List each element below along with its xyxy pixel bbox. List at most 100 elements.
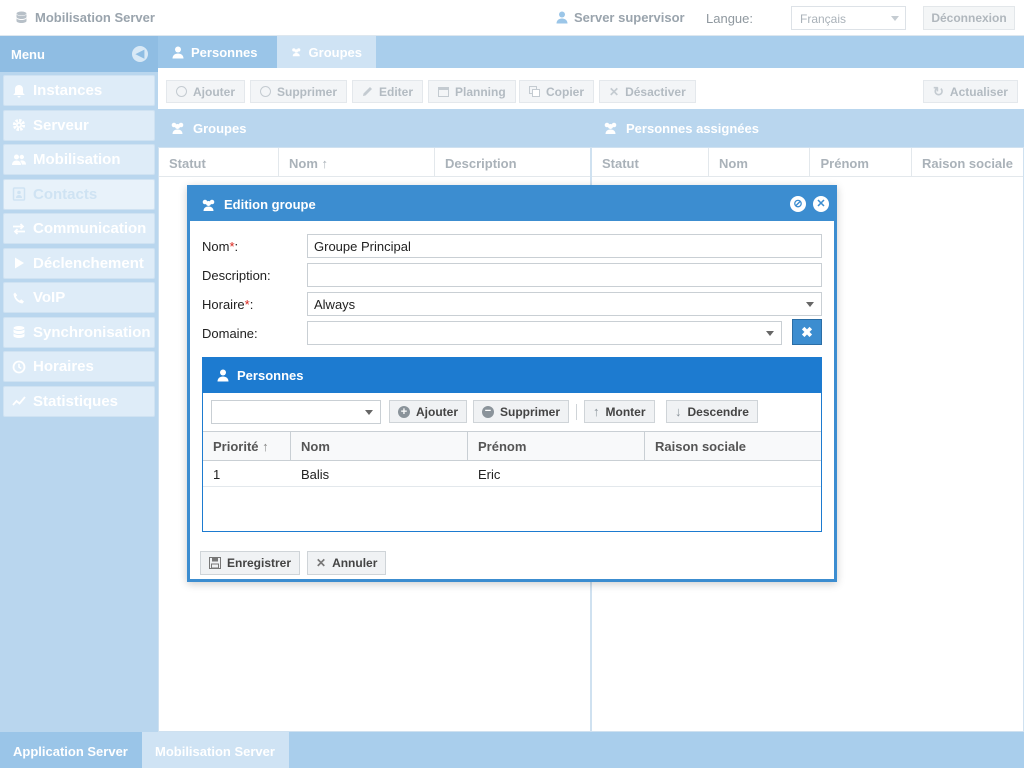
language-select[interactable]: Français <box>791 6 906 30</box>
sidebar-item-statistiques[interactable]: Statistiques <box>3 385 155 417</box>
sidebar-item-label: Horaires <box>33 358 94 375</box>
sidebar-item-label: VoIP <box>33 289 66 306</box>
column-header-raison-sociale[interactable]: Raison sociale <box>645 432 821 461</box>
current-user-label: Server supervisor <box>574 10 685 25</box>
copy-button[interactable]: Copier <box>519 80 595 103</box>
persons-subpanel-title: Personnes <box>237 368 304 383</box>
delete-person-label: Supprimer <box>500 404 561 419</box>
delete-button[interactable]: Supprimer <box>250 80 348 103</box>
move-down-button[interactable]: ↓ Descendre <box>666 400 758 423</box>
schedule-label: Horaire*: <box>202 297 254 312</box>
copy-icon <box>529 86 540 97</box>
sidebar-item-label: Communication <box>33 220 147 237</box>
column-header-prenom[interactable]: Prénom <box>810 148 912 177</box>
schedule-select[interactable]: Always <box>307 292 822 316</box>
cell-firstname: Eric <box>478 467 501 482</box>
description-label: Description: <box>202 268 271 283</box>
toolbar: Ajouter Supprimer Editer Planning Copier… <box>158 68 1024 109</box>
sidebar-item-synchronisation[interactable]: Synchronisation <box>3 316 155 348</box>
refresh-label: Actualiser <box>949 84 1008 99</box>
domain-select[interactable] <box>307 321 782 345</box>
collapse-left-icon[interactable]: ◀ <box>132 46 148 62</box>
column-header-nom[interactable]: Nom <box>709 148 811 177</box>
column-header-description[interactable]: Description <box>435 148 590 177</box>
dialog-header: Edition groupe ⊘ ✕ <box>190 188 834 221</box>
column-header-prenom[interactable]: Prénom <box>468 432 645 461</box>
sidebar-item-serveur[interactable]: Serveur <box>3 109 155 141</box>
groups-grid-header: Statut Nom ↑ Description <box>159 148 590 177</box>
toolbar-separator <box>576 404 577 420</box>
tab-application-server[interactable]: Application Server <box>0 732 142 768</box>
sidebar-item-declenchement[interactable]: Déclenchement <box>3 247 155 279</box>
add-person-label: Ajouter <box>416 404 458 419</box>
column-header-statut[interactable]: Statut <box>159 148 279 177</box>
sidebar-item-label: Mobilisation <box>33 151 121 168</box>
name-field[interactable]: Groupe Principal <box>307 234 822 258</box>
chart-line-icon <box>12 396 26 406</box>
database-icon <box>16 11 27 23</box>
cancel-label: Annuler <box>332 556 378 570</box>
description-field[interactable] <box>307 263 822 287</box>
sidebar-item-label: Serveur <box>33 116 89 134</box>
sidebar-item-mobilisation[interactable]: Mobilisation <box>3 144 155 175</box>
database-icon <box>13 326 25 338</box>
domain-row: Domaine: ✖ <box>202 319 824 345</box>
clear-domain-button[interactable]: ✖ <box>792 319 822 345</box>
move-up-button[interactable]: ↑ Monter <box>584 400 655 423</box>
add-button[interactable]: Ajouter <box>166 80 245 103</box>
column-header-priorite[interactable]: Priorité ↑ <box>203 432 291 461</box>
column-header-nom[interactable]: Nom <box>291 432 468 461</box>
tab-bar: Personnes Groupes <box>158 36 1024 68</box>
restore-icon[interactable]: ⊘ <box>790 196 806 212</box>
x-icon: ✕ <box>316 556 327 570</box>
sidebar-item-horaires[interactable]: Horaires <box>3 351 155 382</box>
domain-label: Domaine: <box>202 326 258 341</box>
persons-subpanel: Personnes + Ajouter − Supprimer ↑ Monter… <box>202 357 822 532</box>
copy-label: Copier <box>546 84 585 99</box>
cell-company <box>645 461 821 486</box>
planning-button[interactable]: Planning <box>428 80 516 103</box>
move-up-label: Monter <box>605 404 646 419</box>
chevron-down-icon <box>806 302 814 307</box>
close-icon[interactable]: ✕ <box>813 196 829 212</box>
person-select[interactable] <box>211 400 381 424</box>
planning-label: Planning <box>455 84 506 99</box>
sidebar-item-contacts[interactable]: Contacts <box>3 178 155 210</box>
required-asterisk: * <box>244 297 250 312</box>
save-icon <box>209 557 221 569</box>
save-button[interactable]: Enregistrer <box>200 551 301 575</box>
chevron-down-icon <box>891 16 899 21</box>
column-header-nom[interactable]: Nom ↑ <box>279 148 435 177</box>
add-person-button[interactable]: + Ajouter <box>389 400 467 423</box>
tab-personnes[interactable]: Personnes <box>158 36 277 68</box>
edit-button[interactable]: Editer <box>352 80 424 103</box>
delete-person-button[interactable]: − Supprimer <box>473 400 570 423</box>
app-title: Mobilisation Server <box>16 10 155 25</box>
deactivate-label: Désactiver <box>625 84 686 99</box>
cancel-button[interactable]: ✕ Annuler <box>307 551 387 575</box>
menu-title: Menu <box>11 47 45 62</box>
move-down-label: Descendre <box>687 404 749 419</box>
column-header-raison-sociale[interactable]: Raison sociale <box>912 148 1023 177</box>
sidebar-item-voip[interactable]: VoIP <box>3 282 155 313</box>
table-row[interactable]: 1 Balis Eric <box>203 461 821 487</box>
sidebar-item-instances[interactable]: Instances <box>3 75 155 106</box>
logout-button[interactable]: Déconnexion <box>923 6 1015 30</box>
column-header-statut[interactable]: Statut <box>592 148 709 177</box>
tab-mobilisation-server[interactable]: Mobilisation Server <box>142 732 289 768</box>
x-icon: ✖ <box>801 324 813 340</box>
tab-groupes[interactable]: Groupes <box>277 36 376 68</box>
minus-circle-icon: − <box>482 405 494 418</box>
tab-label: Personnes <box>191 44 258 60</box>
name-label: Nom*: <box>202 239 239 254</box>
bell-icon <box>13 84 25 97</box>
group-icon <box>171 122 184 134</box>
sidebar-item-communication[interactable]: Communication <box>3 213 155 244</box>
refresh-button[interactable]: ↻ Actualiser <box>923 80 1018 103</box>
calendar-icon <box>438 87 449 97</box>
chevron-down-icon <box>365 410 373 415</box>
assigned-persons-grid-header: Statut Nom Prénom Raison sociale <box>592 148 1023 177</box>
sidebar-item-label: Synchronisation <box>33 323 151 341</box>
arrow-up-icon: ↑ <box>593 404 600 419</box>
deactivate-button[interactable]: ✕ Désactiver <box>599 80 696 103</box>
